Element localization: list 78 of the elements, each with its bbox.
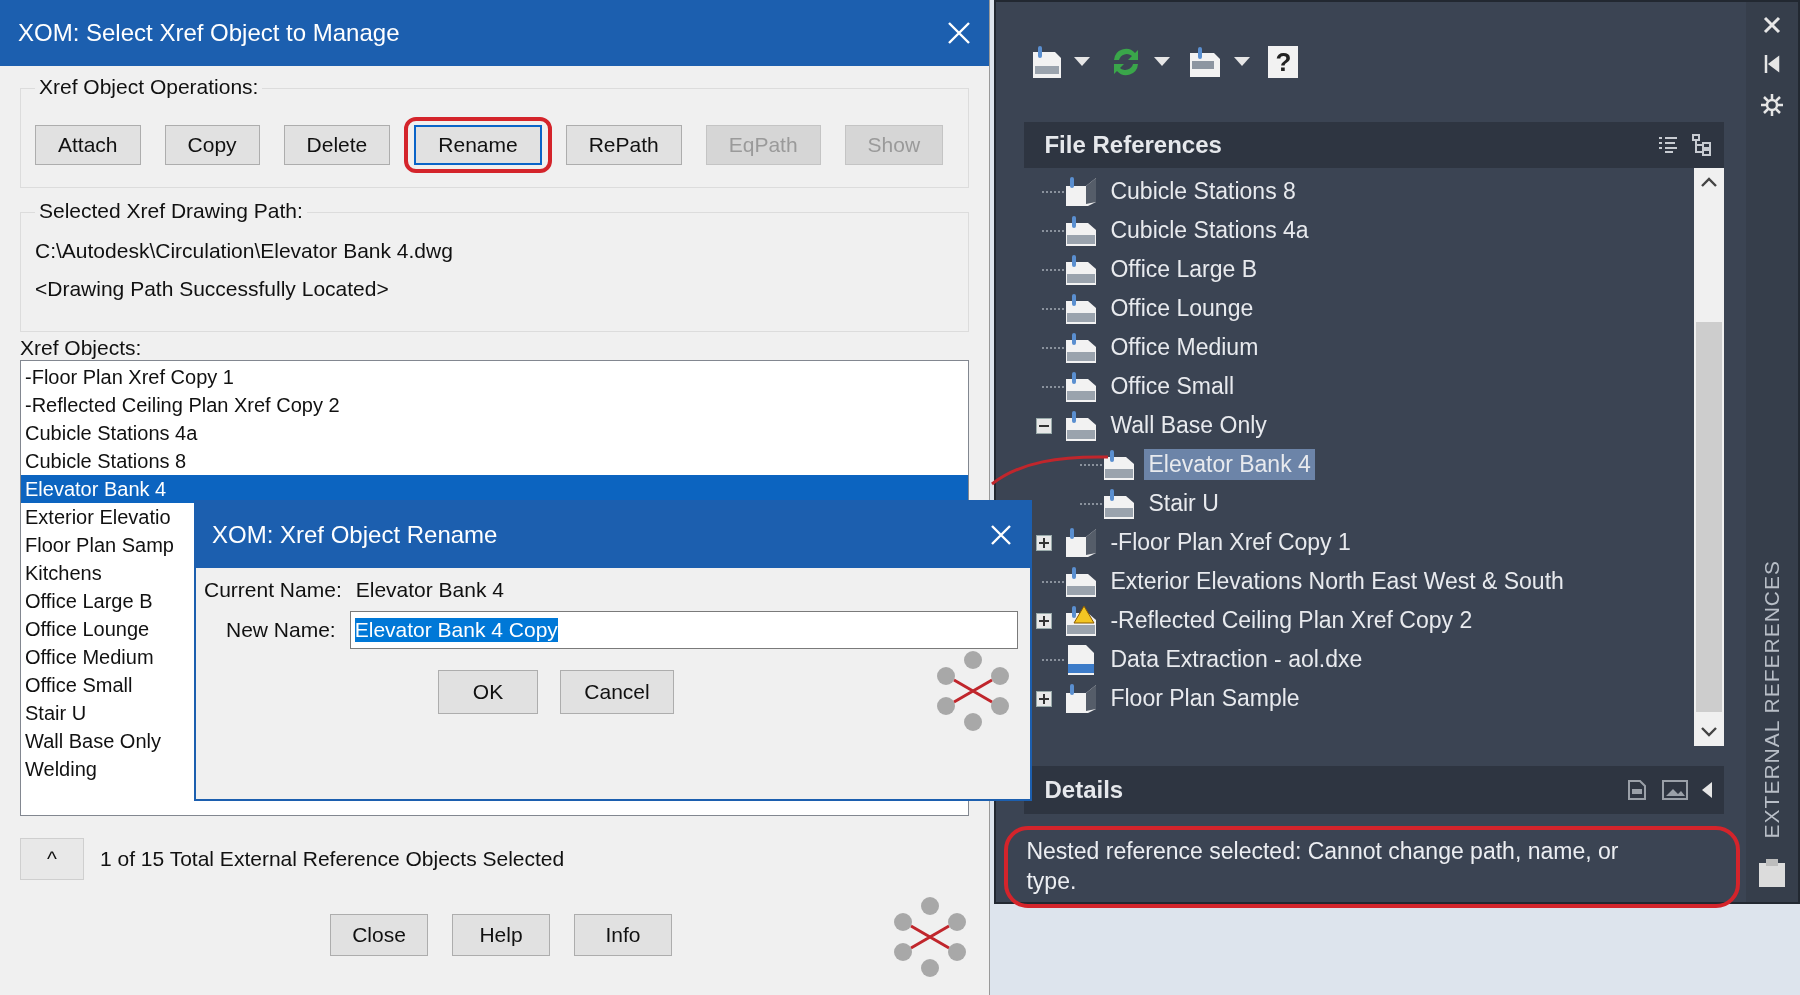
scrollbar[interactable] [1694,168,1725,746]
expander-icon[interactable] [1036,534,1053,551]
reference-item[interactable]: Cubicle Stations 4a [1106,215,1313,246]
details-message: Nested reference selected: Cannot change path, name, or type. [1026,837,1620,896]
drawing-file-icon [1064,565,1099,598]
logo-icon [893,896,967,978]
list-item[interactable]: -Reflected Ceiling Plan Xref Copy 2 [21,391,969,419]
status-text: 1 of 15 Total External Reference Objects Selected [100,847,565,871]
clipboard-icon[interactable] [1757,858,1787,888]
list-item[interactable]: Cubicle Stations 4a [21,419,969,447]
reference-item[interactable]: Exterior Elevations North East West & South [1106,566,1568,597]
section-title: Details [1044,776,1125,804]
drawing-file-icon [1064,409,1099,442]
list-view-icon[interactable] [1658,136,1679,154]
dropdown-arrow-icon[interactable] [1154,57,1171,67]
name-input[interactable]: Elevator Bank 4 Copy [349,611,1018,649]
drawing-file-icon [1064,214,1099,247]
collapse-button[interactable]: ^ [20,838,84,880]
auto-hide-icon[interactable] [1763,54,1781,74]
list-label: Xref Objects: [20,336,143,360]
preview-icon[interactable] [1662,780,1689,800]
drawing-file-icon [1064,253,1099,286]
reference-item[interactable]: Floor Plan Sample [1106,683,1304,714]
dialog-button[interactable]: Info [574,914,672,956]
drawing-file-icon [1102,487,1137,520]
list-item[interactable]: Cubicle Stations 8 [21,447,969,475]
current-name: Elevator Bank 4 [355,578,504,602]
scrollbar-thumb[interactable] [1696,322,1723,712]
tree-view-icon[interactable] [1692,134,1713,156]
operation-button[interactable]: Delete [283,125,391,165]
field-label: New Name: [226,618,336,642]
drawing-file-icon [1064,331,1099,364]
reference-item[interactable]: -Floor Plan Xref Copy 1 [1106,527,1355,558]
help-icon[interactable]: ? [1268,46,1299,78]
palette-title: EXTERNAL REFERENCES [1760,559,1784,838]
drawing-path: C:\Autodesk\Circulation\Elevator Bank 4.dwg [35,239,454,263]
dropdown-arrow-icon[interactable] [1074,57,1091,67]
list-item[interactable]: Elevator Bank 4 [21,475,969,503]
reference-icon [1064,526,1099,559]
operation-button[interactable]: RePath [565,125,682,165]
list-item[interactable]: -Floor Plan Xref Copy 1 [21,363,969,391]
reference-item[interactable]: Office Small [1106,371,1238,402]
details-icon[interactable] [1626,779,1649,801]
dialog-button[interactable]: Cancel [560,670,674,714]
reference-icon [1064,682,1099,715]
field-label: Current Name: [204,578,342,602]
settings-icon[interactable] [1761,94,1783,116]
operation-button[interactable]: Rename [414,125,542,165]
section-title: File References [1044,131,1223,159]
window-title: XOM: Select Xref Object to Manage [18,19,400,47]
dialog-button[interactable]: Help [452,914,550,956]
logo-icon [936,650,1010,732]
operation-button[interactable]: Copy [164,125,260,165]
reference-item[interactable]: Office Large B [1106,254,1262,285]
close-icon[interactable] [1763,16,1781,34]
path-status: <Drawing Path Successfully Located> [35,277,390,301]
drawing-file-icon [1064,292,1099,325]
dialog-button[interactable]: OK [438,670,538,714]
window-title: XOM: Xref Object Rename [212,521,498,549]
reference-icon [1064,175,1099,208]
reference-item[interactable]: Office Lounge [1106,293,1258,324]
reference-item[interactable]: Wall Base Only [1106,410,1271,441]
scroll-up-icon[interactable] [1700,176,1719,188]
operation-button[interactable]: Attach [35,125,141,165]
dialog-button[interactable]: Close [330,914,428,956]
dropdown-arrow-icon[interactable] [1234,57,1251,67]
reference-item[interactable]: Cubicle Stations 8 [1106,176,1300,207]
drawing-file-icon [1064,370,1099,403]
reference-item[interactable]: -Reflected Ceiling Plan Xref Copy 2 [1106,605,1477,636]
expander-icon[interactable] [1036,612,1053,629]
expander-icon[interactable] [1036,690,1053,707]
drawing-file-icon [1102,448,1137,481]
reference-item[interactable]: Stair U [1144,488,1223,519]
expander-icon[interactable] [1036,417,1053,434]
collapse-icon[interactable] [1702,782,1713,798]
scroll-down-icon[interactable] [1700,726,1719,738]
reference-item[interactable]: Office Medium [1106,332,1263,363]
reference-item[interactable]: Data Extraction - aol.dxe [1106,644,1367,675]
